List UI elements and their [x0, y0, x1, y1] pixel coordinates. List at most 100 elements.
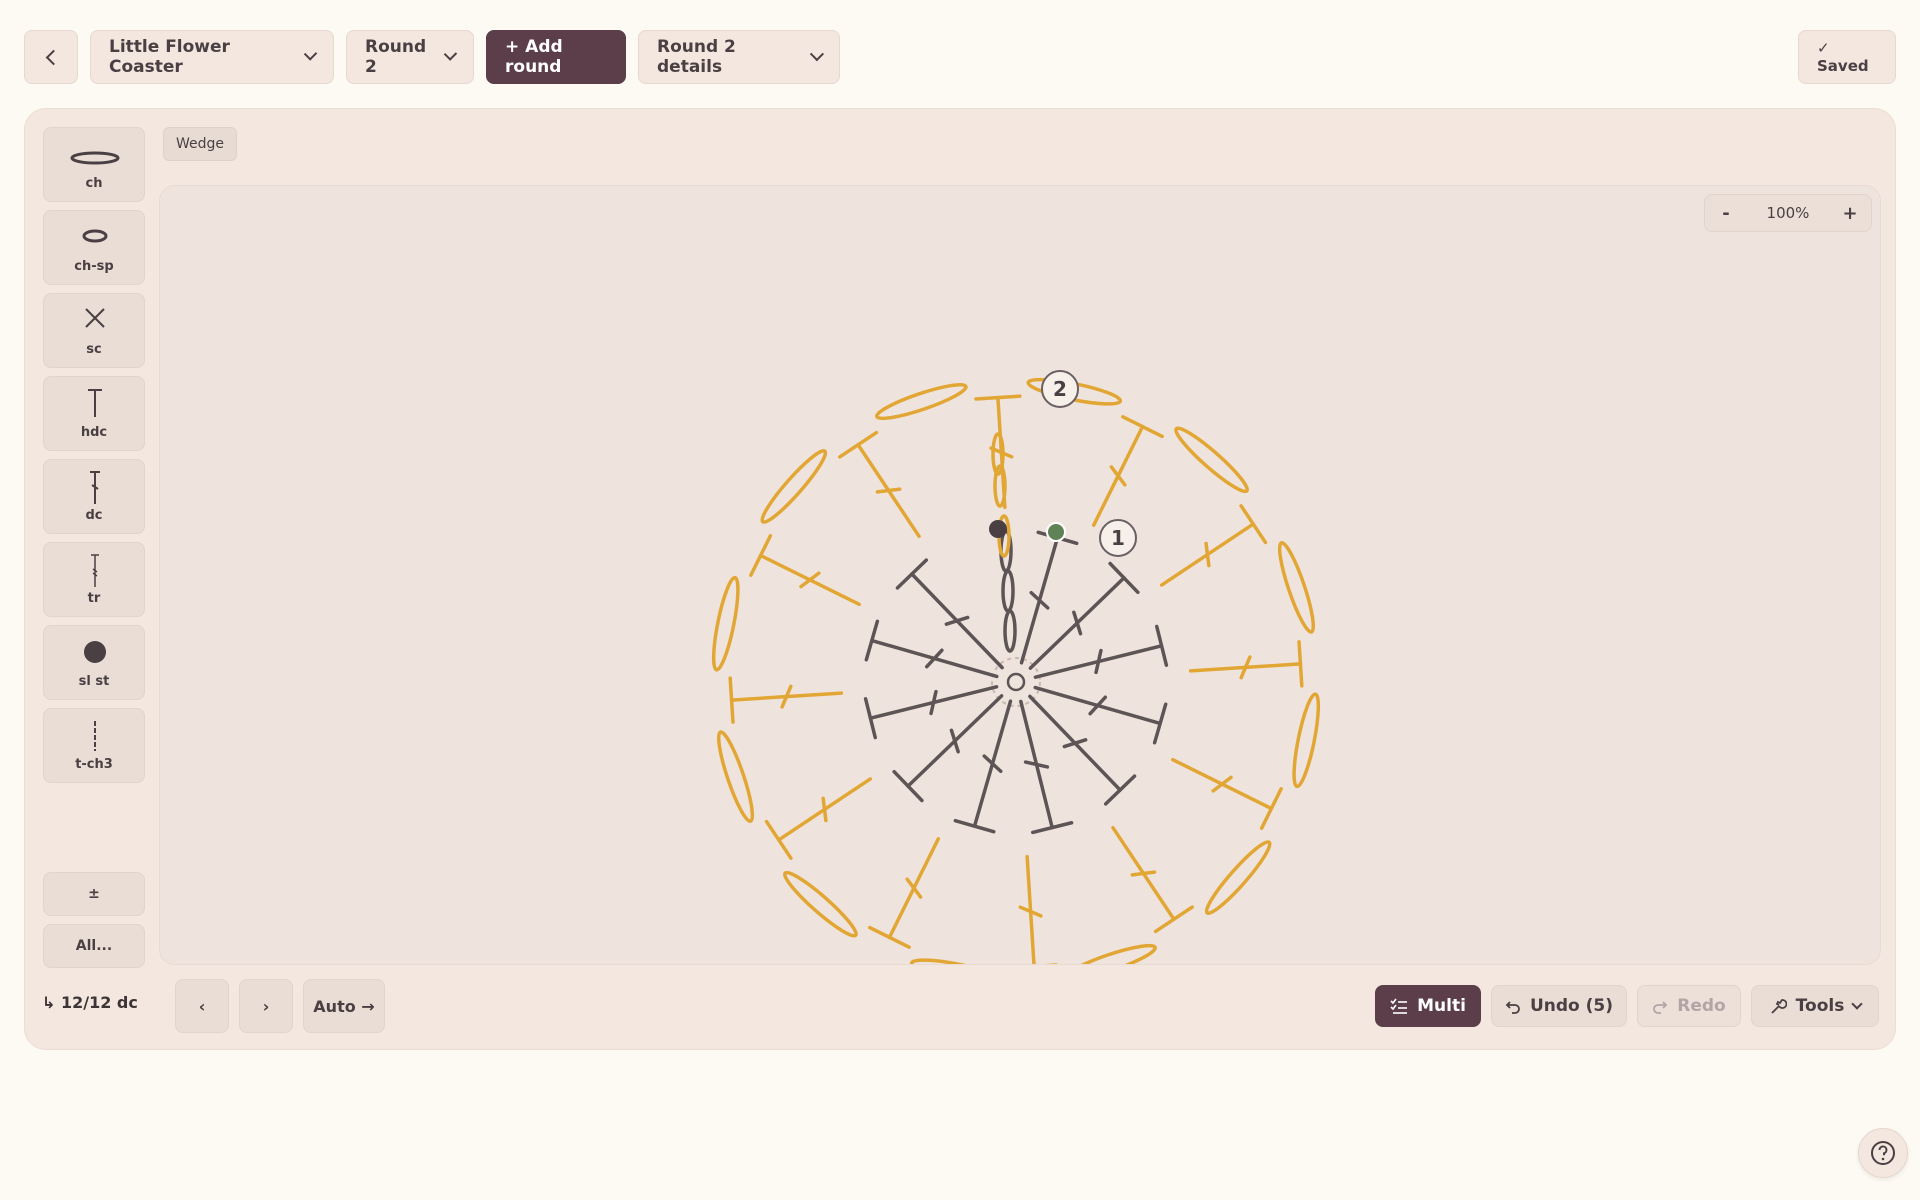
tool-dc[interactable]: dc [43, 459, 145, 534]
round2-chain-space[interactable] [709, 575, 743, 672]
round2-dc-stitch[interactable] [1012, 854, 1058, 965]
round2-dc-stitch[interactable] [838, 430, 921, 539]
round2-dc-stitch[interactable] [1159, 504, 1268, 587]
all-stitches-button[interactable]: All... [43, 924, 145, 968]
pattern-name: Little Flower Coaster [109, 37, 230, 77]
redo-button[interactable]: Redo [1637, 985, 1741, 1027]
zoom-out-button[interactable]: - [1705, 195, 1747, 231]
tool-label: ch [85, 176, 103, 191]
round2-chain-space[interactable] [1064, 940, 1158, 965]
tool-label: sc [86, 342, 102, 357]
round2-dc-stitch[interactable] [749, 534, 861, 607]
round2-dc-stitch[interactable] [1188, 640, 1304, 688]
bottom-toolbar: ↳ 12/12 dc ‹ › Auto → Multi Undo (5) Red… [25, 963, 1895, 1049]
wedge-toggle[interactable]: Wedge [163, 127, 238, 161]
round2-dc-stitch[interactable] [764, 777, 873, 860]
round1-dc-stitch[interactable] [1033, 685, 1168, 745]
round2-dc-stitch[interactable] [868, 837, 941, 949]
round1-chain-loop[interactable] [1003, 609, 1017, 653]
active-stitch-marker[interactable] [1046, 522, 1066, 542]
round-details-label: Round 2 details [657, 37, 736, 77]
round1-dc-stitch[interactable] [863, 685, 999, 740]
round2-dc-stitch[interactable] [1111, 825, 1194, 934]
redo-icon [1653, 1001, 1668, 1014]
tool-ch-sp[interactable]: ch-sp [43, 210, 145, 285]
undo-button[interactable]: Undo (5) [1491, 985, 1627, 1027]
half-double-crochet-icon [88, 389, 102, 417]
round2-dc-stitch[interactable] [1171, 757, 1283, 830]
round-select[interactable]: Round 2 [346, 30, 474, 84]
back-button[interactable] [24, 30, 78, 84]
round-number-label[interactable]: 2 [1053, 377, 1067, 401]
add-round-button[interactable]: + Add round [486, 30, 626, 84]
help-icon [1871, 1141, 1895, 1165]
round2-chain-space[interactable] [780, 867, 861, 941]
crochet-chart[interactable]: 12 [160, 186, 1881, 965]
tool-label: sl st [78, 674, 110, 689]
next-stitch-button[interactable]: › [239, 979, 293, 1033]
round1-dc-stitch[interactable] [953, 699, 1013, 834]
multi-select-button[interactable]: Multi [1375, 985, 1481, 1027]
chevron-down-icon [443, 47, 458, 61]
editor-panel: ch ch-sp sc hdc dc tr sl st t-ch3 ± All.… [24, 108, 1896, 1050]
increase-decrease-button[interactable]: ± [43, 872, 145, 916]
chevron-down-icon [1851, 997, 1863, 1010]
round-number-label[interactable]: 1 [1111, 526, 1125, 550]
undo-icon [1505, 1001, 1520, 1014]
pattern-select[interactable]: Little Flower Coaster [90, 30, 334, 84]
round2-chain-space[interactable] [757, 446, 831, 527]
single-crochet-icon [85, 308, 105, 328]
starting-ring[interactable] [1006, 672, 1026, 692]
help-button[interactable] [1858, 1128, 1908, 1178]
round1-dc-stitch[interactable] [1019, 699, 1074, 835]
stitch-count: ↳ 12/12 dc [42, 993, 138, 1012]
auto-advance-button[interactable]: Auto → [303, 979, 385, 1033]
tool-tr[interactable]: tr [43, 542, 145, 617]
prev-stitch-button[interactable]: ‹ [175, 979, 229, 1033]
round-details-dropdown[interactable]: Round 2 details [638, 30, 840, 84]
round2-chain-space[interactable] [1201, 837, 1275, 918]
round1-chain-loop[interactable] [1001, 569, 1015, 613]
wrench-icon [1771, 999, 1787, 1014]
round2-dc-stitch[interactable] [728, 676, 844, 724]
stitch-palette: ch ch-sp sc hdc dc tr sl st t-ch3 [43, 127, 145, 791]
round2-chain-space[interactable] [874, 379, 968, 424]
tool-hdc[interactable]: hdc [43, 376, 145, 451]
multi-label: Multi [1417, 996, 1466, 1016]
tool-sl-st[interactable]: sl st [43, 625, 145, 700]
round2-dc-stitch[interactable] [1091, 415, 1164, 527]
saved-status-button[interactable]: ✓ Saved [1798, 30, 1896, 84]
chevron-down-icon [809, 47, 824, 61]
zoom-in-button[interactable]: + [1829, 195, 1871, 231]
round2-chain-space[interactable] [1274, 540, 1319, 634]
round-select-value: Round 2 [365, 37, 427, 77]
top-toolbar: Little Flower Coaster Round 2 + Add roun… [24, 30, 1896, 84]
round2-chain-space[interactable] [1289, 692, 1323, 789]
tool-ch[interactable]: ch [43, 127, 145, 202]
chevron-left-icon [45, 49, 62, 65]
chain-icon [70, 151, 120, 165]
tool-label: t-ch3 [75, 757, 113, 772]
round2-dc-stitch[interactable] [974, 394, 1022, 510]
round2-chain-space[interactable] [1171, 423, 1252, 497]
slip-stitch-icon [84, 641, 106, 663]
tool-label: hdc [80, 425, 108, 440]
tool-sc[interactable]: sc [43, 293, 145, 368]
slip-stitch-marker[interactable] [989, 520, 1007, 538]
round2-chain-space[interactable] [713, 730, 758, 824]
tool-t-ch3[interactable]: t-ch3 [43, 708, 145, 783]
checklist-icon [1390, 998, 1408, 1014]
chain-space-icon [82, 229, 108, 243]
undo-label: Undo (5) [1529, 996, 1614, 1016]
round1-dc-stitch[interactable] [1019, 530, 1079, 665]
treble-crochet-icon [91, 554, 99, 587]
turning-chain-icon [94, 721, 96, 751]
tools-label: Tools [1795, 996, 1845, 1016]
tools-menu-button[interactable]: Tools [1751, 985, 1879, 1027]
double-crochet-icon [90, 471, 100, 504]
round1-dc-stitch[interactable] [1033, 624, 1169, 679]
chevron-down-icon [303, 47, 318, 61]
chart-canvas[interactable]: 12 - 100% + [159, 185, 1881, 965]
tool-label: ch-sp [74, 259, 114, 274]
round1-dc-stitch[interactable] [864, 619, 999, 679]
